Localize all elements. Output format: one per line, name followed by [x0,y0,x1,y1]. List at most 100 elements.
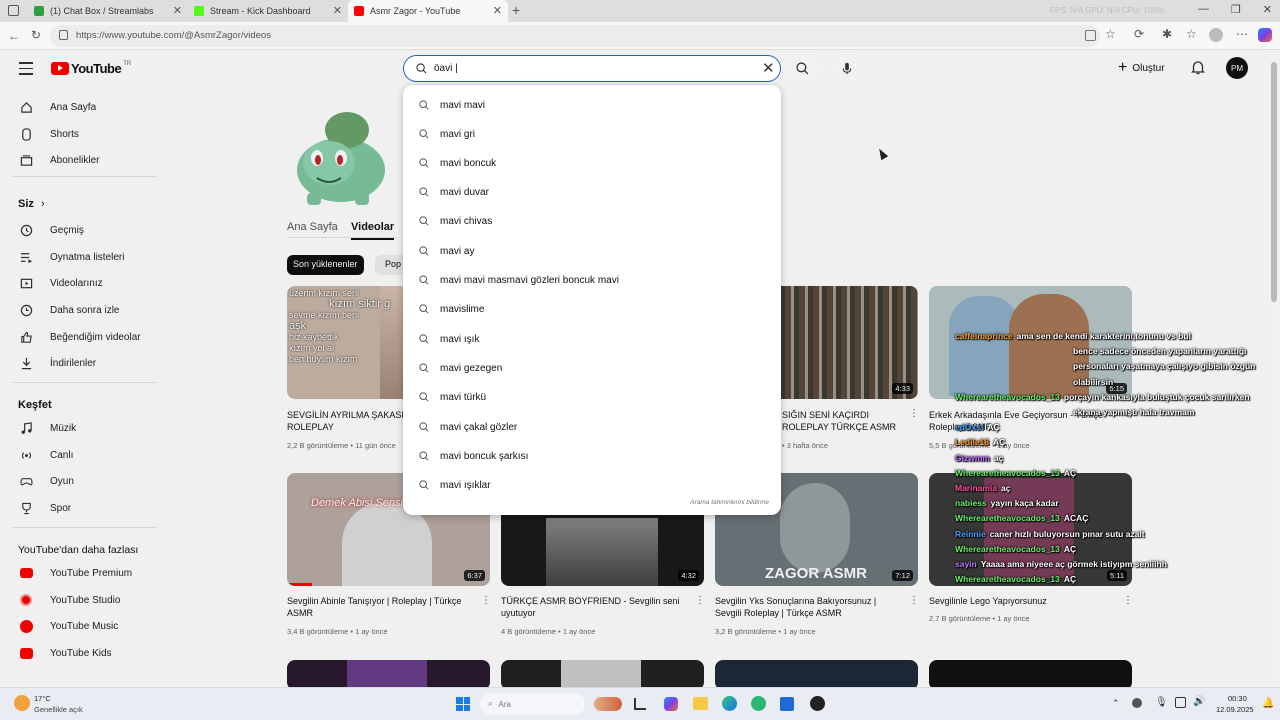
sidebar-item-shorts[interactable]: Shorts [18,124,79,144]
close-tab-icon[interactable]: ✕ [333,4,342,17]
search-suggestion[interactable]: mavi chivas [419,212,492,230]
browser-tab-kick[interactable]: Stream - Kick Dashboard ✕ [188,0,348,22]
volume-icon[interactable]: 🔊 [1193,696,1205,707]
sidebar-item-studio[interactable]: YouTube Studio [18,590,120,610]
weather-temp[interactable]: 17°C [34,694,51,703]
video-thumbnail[interactable] [501,660,704,687]
menu-icon[interactable] [19,62,33,75]
favorites-bar-icon[interactable]: ☆ [1186,27,1197,41]
microphone-tray-icon[interactable]: 🎙 [1155,697,1168,708]
extensions-icon[interactable]: ⟳ [1134,27,1144,41]
search-suggestion[interactable]: mavi ışıklar [419,476,491,494]
scrollbar-thumb[interactable] [1271,62,1277,302]
sidebar-item-live[interactable]: Canlı [18,445,73,465]
video-thumbnail[interactable] [929,660,1132,687]
create-button[interactable]: + Oluştur [1118,58,1165,78]
url-text[interactable]: https://www.youtube.com/@AsmrZagor/video… [76,30,271,41]
copilot-app-icon[interactable] [664,697,678,711]
search-input[interactable]: öavi | [434,63,458,74]
maximize-icon[interactable]: ❐ [1231,3,1241,16]
sidebar-item-liked-videos[interactable]: Beğendiğim videolar [18,327,141,347]
favorite-star-icon[interactable]: ☆ [1105,27,1116,41]
video-thumbnail[interactable] [715,660,918,687]
back-icon[interactable]: ← [8,29,20,43]
search-suggestion[interactable]: mavi ışık [419,330,479,348]
tab-actions-icon[interactable] [8,5,19,16]
video-title[interactable]: Sevgilin Abinle Tanışıyor | Roleplay | T… [287,595,472,619]
sidebar-item-home[interactable]: Ana Sayfa [18,97,96,117]
notifications-icon[interactable] [1191,60,1205,75]
sidebar-item-music-app[interactable]: YouTube Music [18,616,118,636]
video-menu-icon[interactable]: ⋮ [1123,595,1133,606]
browser-tab-streamlabs[interactable]: (1) Chat Box / Streamlabs ✕ [28,0,188,22]
search-suggestion[interactable]: mavi türkü [419,388,486,406]
file-explorer-icon[interactable] [693,697,708,710]
sidebar-item-history[interactable]: Geçmiş [18,220,84,240]
account-avatar[interactable]: PM [1226,57,1248,79]
search-suggestion[interactable]: mavi gezegen [419,359,502,377]
search-suggestion[interactable]: mavi mavi masmavi gözleri boncuk mavi [419,271,619,289]
search-box[interactable]: öavi | ✕ [403,55,781,82]
close-tab-icon[interactable]: ✕ [493,4,502,17]
search-suggestion[interactable]: mavi duvar [419,183,489,201]
sidebar-item-playlists[interactable]: Oynatma listeleri [18,247,124,267]
more-icon[interactable]: ⋯ [1236,27,1248,41]
sidebar-item-gaming[interactable]: Oyun [18,471,74,491]
video-thumbnail[interactable] [287,660,490,687]
video-title[interactable]: SIĞIN SENİ KAÇIRDI ROLEPLAY TÜRKÇE ASMR [782,409,912,433]
search-suggestion[interactable]: mavi gri [419,125,475,143]
channel-tab-home[interactable]: Ana Sayfa [287,221,338,233]
sidebar-item-music[interactable]: Müzik [18,418,76,438]
clock-date[interactable]: 12.09.2025 [1216,705,1254,714]
minimize-icon[interactable]: — [1198,3,1209,16]
search-suggestion[interactable]: mavi çakal gözler [419,418,517,436]
network-icon[interactable] [1175,697,1186,708]
search-suggestion[interactable]: mavi boncuk şarkısı [419,447,528,465]
voice-search-button[interactable] [834,55,860,81]
search-suggestion[interactable]: mavi ay [419,242,474,260]
refresh-icon[interactable]: ↻ [31,28,41,42]
tray-overflow-icon[interactable]: ⌃ [1112,698,1120,709]
site-info-icon[interactable] [59,30,68,40]
weather-desc[interactable]: Genellikle açık [34,705,83,714]
search-suggestion[interactable]: mavislime [419,300,484,318]
obs-icon[interactable] [810,696,825,711]
reader-icon[interactable] [1085,30,1096,41]
clock-time[interactable]: 00:30 [1228,694,1247,703]
search-suggestion[interactable]: mavi mavi [419,96,485,114]
video-menu-icon[interactable]: ⋮ [481,595,491,606]
report-predictions-link[interactable]: Arama tahminlerini bildirme [690,499,769,506]
video-menu-icon[interactable]: ⋮ [909,408,919,419]
close-window-icon[interactable]: ✕ [1263,3,1272,16]
video-title[interactable]: Sevgilin Yks Sonuçlarına Bakıyorsunuz | S… [715,595,900,619]
browser-tab-youtube[interactable]: Asmr Zagor - YouTube ✕ [348,0,508,22]
calculator-icon[interactable] [780,697,794,711]
channel-avatar[interactable] [287,108,395,208]
sidebar-item-sports[interactable]: Spor [18,498,71,518]
search-suggestion[interactable]: mavi boncuk [419,154,496,172]
video-title[interactable]: TÜRKÇE ASMR BOYFRIEND - Sevgilin seni uyu… [501,595,686,619]
edge-icon[interactable] [722,696,737,711]
tray-app-icon[interactable] [1132,698,1142,708]
collections-icon[interactable]: ✱ [1162,27,1172,41]
search-button[interactable] [782,55,822,82]
youtube-logo[interactable]: YouTube TR [51,61,131,76]
clear-search-icon[interactable]: ✕ [762,59,775,77]
sidebar-item-kids[interactable]: YouTube Kids [18,643,112,663]
start-icon[interactable] [456,697,470,711]
sidebar-item-downloads[interactable]: İndirilenler [18,353,96,373]
chip-latest[interactable]: Son yüklenenler [287,255,364,275]
taskbar-search[interactable]: ⌕ Ara [480,693,585,715]
sidebar-item-premium[interactable]: YouTube Premium [18,563,132,583]
new-tab-button[interactable]: + [512,2,520,18]
sidebar-item-subscriptions[interactable]: Abonelikler [18,150,99,170]
video-title[interactable]: Sevgilinle Lego Yapıyorsunuz [929,595,1114,607]
close-tab-icon[interactable]: ✕ [173,4,182,17]
notification-bell-icon[interactable]: 🔔 [1262,698,1274,709]
copilot-icon[interactable] [1258,28,1272,42]
sidebar-item-your-videos[interactable]: Videolarınız [18,273,103,293]
sidebar-section-you[interactable]: Siz › [18,198,45,210]
weather-icon[interactable] [14,695,30,711]
profile-icon[interactable] [1209,28,1223,42]
streamlabs-app-icon[interactable] [751,696,766,711]
